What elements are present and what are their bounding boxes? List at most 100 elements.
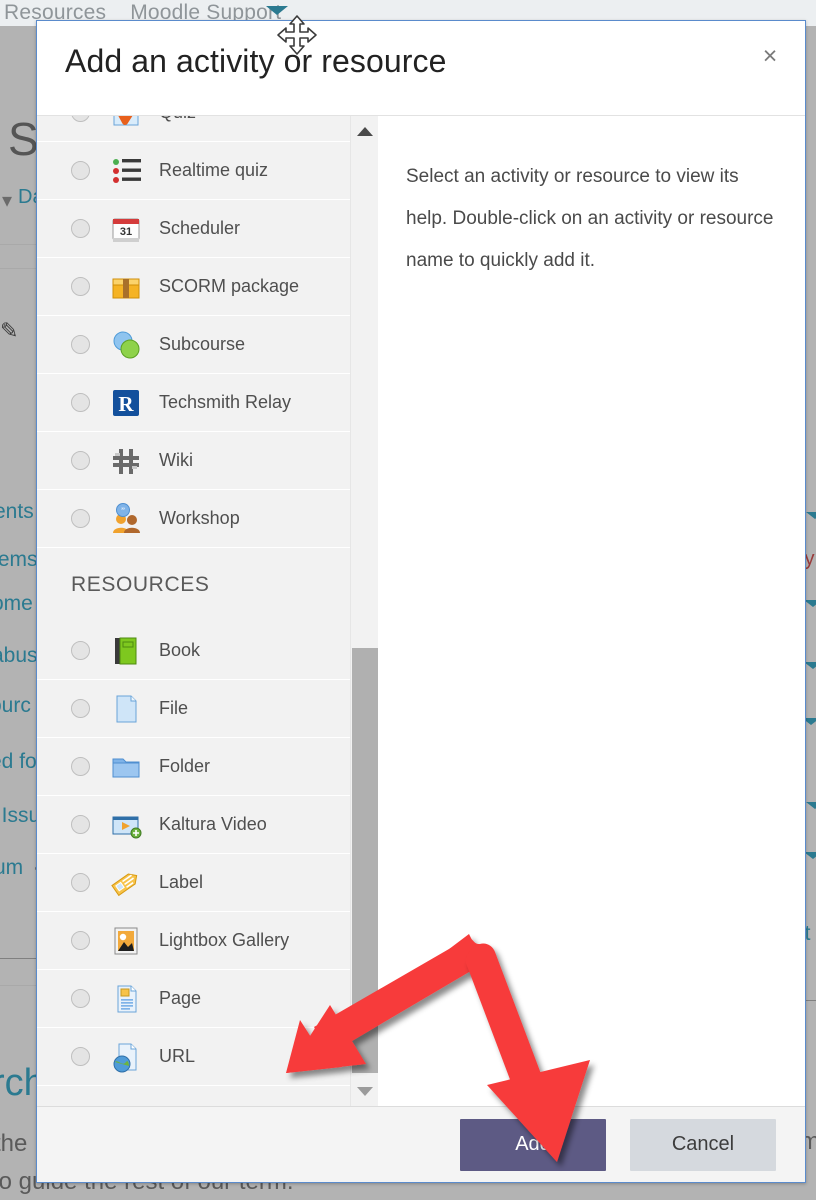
activity-option-row[interactable]: SCORM package bbox=[37, 258, 378, 316]
background-page-heading: S bbox=[8, 113, 39, 165]
activity-option-row[interactable]: Realtime quiz bbox=[37, 142, 378, 200]
activity-option-row[interactable]: Page bbox=[37, 970, 378, 1028]
option-label: Page bbox=[159, 988, 202, 1008]
chooser-scrollbar[interactable] bbox=[350, 116, 378, 1106]
modal-footer: Add Cancel bbox=[37, 1106, 805, 1182]
background-divider-2 bbox=[0, 268, 36, 269]
option-label: Subcourse bbox=[159, 334, 246, 354]
label-icon bbox=[109, 866, 143, 900]
option-label: Quiz bbox=[159, 116, 196, 123]
background-link-fragment-2[interactable]: tems bbox=[0, 548, 38, 572]
option-radio-button[interactable] bbox=[71, 757, 90, 776]
section-heading-resources: RESOURCES bbox=[37, 548, 378, 622]
background-link-fragment-7[interactable]: t Issu bbox=[0, 804, 40, 828]
background-right-caret-5[interactable] bbox=[806, 802, 816, 809]
screen: ResourcesMoodle Support S Da ▾ ✎ ents te… bbox=[0, 0, 816, 1200]
add-button[interactable]: Add bbox=[460, 1118, 606, 1171]
lightbox-gallery-icon bbox=[109, 924, 143, 958]
option-radio-button[interactable] bbox=[71, 116, 90, 122]
option-label: File bbox=[159, 698, 189, 718]
option-label: Lightbox Gallery bbox=[159, 930, 290, 950]
option-radio-button[interactable] bbox=[71, 277, 90, 296]
option-label: Wiki bbox=[159, 450, 193, 470]
option-label: Workshop bbox=[159, 508, 240, 528]
kaltura-video-icon bbox=[109, 808, 143, 842]
file-icon bbox=[109, 692, 143, 726]
activity-option-row[interactable]: Quiz bbox=[37, 116, 378, 142]
wiki-icon bbox=[109, 444, 143, 478]
modal-body: Quiz Realtime quiz 31 Scheduler SCORM packag… bbox=[37, 116, 805, 1106]
activity-option-row[interactable]: R Techsmith Relay bbox=[37, 374, 378, 432]
option-label: Folder bbox=[159, 756, 211, 776]
activity-chooser-list[interactable]: Quiz Realtime quiz 31 Scheduler SCORM packag… bbox=[37, 116, 378, 1106]
activity-option-row[interactable]: URL bbox=[37, 1028, 378, 1086]
svg-text:R: R bbox=[118, 392, 134, 416]
workshop-icon: ” bbox=[109, 502, 143, 536]
activity-option-row[interactable]: Subcourse bbox=[37, 316, 378, 374]
option-radio-button[interactable] bbox=[71, 335, 90, 354]
cancel-button[interactable]: Cancel bbox=[630, 1118, 776, 1171]
option-label: Kaltura Video bbox=[159, 814, 267, 834]
option-label: SCORM package bbox=[159, 276, 300, 296]
background-divider-4 bbox=[0, 985, 36, 986]
activity-option-row[interactable]: Wiki bbox=[37, 432, 378, 490]
background-edit-pencil-icon: ✎ bbox=[0, 318, 19, 343]
activity-option-row[interactable]: Label bbox=[37, 854, 378, 912]
option-radio-button[interactable] bbox=[71, 219, 90, 238]
option-radio-button[interactable] bbox=[71, 815, 90, 834]
option-radio-button[interactable] bbox=[71, 393, 90, 412]
activity-option-row[interactable]: Lightbox Gallery bbox=[37, 912, 378, 970]
scrollbar-thumb[interactable] bbox=[352, 648, 378, 1073]
option-label: Label bbox=[159, 872, 204, 892]
option-label: Scheduler bbox=[159, 218, 241, 238]
modal-header: Add an activity or resource × bbox=[37, 21, 805, 116]
activity-option-row[interactable]: ” Workshop bbox=[37, 490, 378, 548]
option-radio-button[interactable] bbox=[71, 451, 90, 470]
folder-icon bbox=[109, 750, 143, 784]
scorm-package-icon bbox=[109, 270, 143, 304]
page-icon bbox=[109, 982, 143, 1016]
background-link-fragment-4[interactable]: abus bbox=[0, 644, 38, 668]
option-label: Techsmith Relay bbox=[159, 392, 292, 412]
scroll-down-arrow-icon[interactable] bbox=[351, 1078, 378, 1104]
background-right-caret-1[interactable] bbox=[806, 512, 816, 519]
activity-option-row[interactable]: File bbox=[37, 680, 378, 738]
option-radio-button[interactable] bbox=[71, 509, 90, 528]
techsmith-relay-icon: R bbox=[109, 386, 143, 420]
activity-option-row[interactable]: 31 Scheduler bbox=[37, 200, 378, 258]
book-icon bbox=[109, 634, 143, 668]
nav-dropdown-caret-icon[interactable] bbox=[266, 6, 288, 15]
option-radio-button[interactable] bbox=[71, 1047, 90, 1066]
background-link-fragment-6[interactable]: ed fo bbox=[0, 750, 37, 774]
activity-option-row[interactable]: Folder bbox=[37, 738, 378, 796]
modal-title: Add an activity or resource bbox=[65, 43, 447, 79]
realtime-quiz-icon bbox=[109, 154, 143, 188]
activity-option-row[interactable]: Kaltura Video bbox=[37, 796, 378, 854]
background-link-fragment-8[interactable]: um bbox=[0, 856, 23, 880]
scroll-up-arrow-icon[interactable] bbox=[351, 118, 378, 144]
subcourse-icon bbox=[109, 328, 143, 362]
background-link-fragment-3[interactable]: ome bbox=[0, 592, 33, 616]
background-link-fragment-1[interactable]: ents bbox=[0, 500, 34, 524]
option-radio-button[interactable] bbox=[71, 989, 90, 1008]
svg-text:31: 31 bbox=[120, 226, 132, 238]
close-icon[interactable]: × bbox=[753, 39, 787, 73]
add-activity-or-resource-modal: Add an activity or resource × Quiz Realti… bbox=[36, 20, 806, 1183]
url-icon bbox=[109, 1040, 143, 1074]
option-radio-button[interactable] bbox=[71, 161, 90, 180]
option-radio-button[interactable] bbox=[71, 641, 90, 660]
option-radio-button[interactable] bbox=[71, 931, 90, 950]
option-label: URL bbox=[159, 1046, 196, 1066]
option-radio-button[interactable] bbox=[71, 873, 90, 892]
background-breadcrumb-sep: ▾ bbox=[2, 190, 13, 212]
quiz-icon bbox=[109, 116, 143, 130]
help-text: Select an activity or resource to view i… bbox=[406, 166, 774, 271]
background-link-fragment-5[interactable]: ourc bbox=[0, 694, 31, 718]
background-divider-1 bbox=[0, 244, 36, 245]
background-divider-3 bbox=[0, 958, 36, 959]
scheduler-icon: 31 bbox=[109, 212, 143, 246]
option-radio-button[interactable] bbox=[71, 699, 90, 718]
option-label: Book bbox=[159, 640, 201, 660]
svg-text:”: ” bbox=[121, 506, 125, 516]
activity-option-row[interactable]: Book bbox=[37, 622, 378, 680]
